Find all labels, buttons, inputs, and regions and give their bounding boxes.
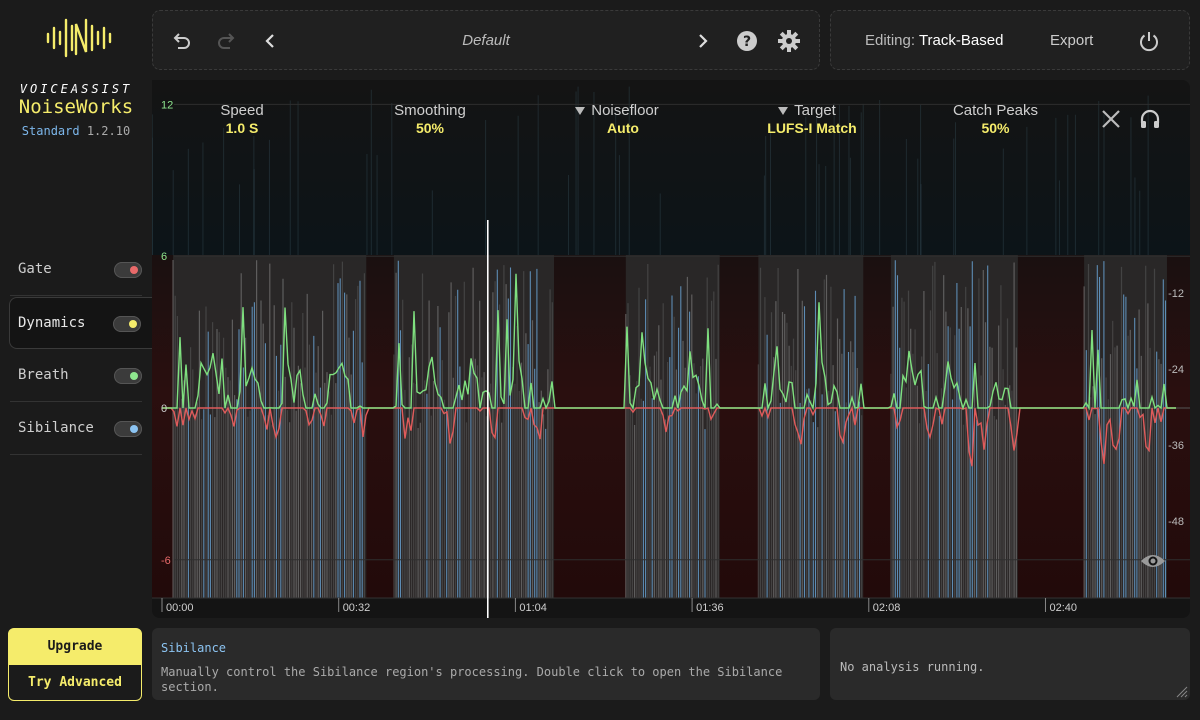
info-title: Sibilance [161,641,227,655]
module-label: Sibilance [18,420,94,436]
right-axis-tick: -12 [1168,288,1184,300]
left-axis-tick: -6 [161,555,171,567]
info-description: Manually control the Sibilance region's … [161,665,783,694]
editing-mode[interactable]: Editing: Track-Based [865,32,1003,49]
param-value: LUFS-I Match [767,120,857,136]
toggle-dot-icon [130,425,138,433]
upgrade-label: Upgrade [47,639,103,654]
analysis-status-panel: No analysis running. [830,628,1190,700]
editing-value: Track-Based [918,32,1004,49]
left-axis-tick: 6 [161,251,167,263]
module-gate[interactable]: Gate [10,244,142,296]
right-axis-tick: -24 [1168,364,1184,376]
param-label: Speed [220,102,264,119]
param-target[interactable]: Target LUFS-I Match [742,102,872,136]
dynamics-graph[interactable]: 1260-6-12 -12-24-36-48 00:0000:3201:0401… [152,80,1190,618]
export-button[interactable]: Export [1050,32,1093,49]
module-dynamics[interactable]: Dynamics [9,297,152,349]
param-label: Target [794,102,836,119]
time-tick-label: 01:36 [696,602,724,614]
headphones-icon[interactable] [1139,109,1161,134]
brand-company: VOICEASSIST [19,82,133,96]
analysis-status: No analysis running. [840,660,985,674]
param-label: Smoothing [394,102,466,119]
module-sibilance[interactable]: Sibilance [10,403,142,455]
speech-region [625,255,720,598]
param-value: 50% [981,120,1010,136]
right-axis-tick: -36 [1168,440,1184,452]
param-label: Noisefloor [591,102,659,119]
info-panel: Sibilance Manually control the Sibilance… [152,628,820,700]
module-label: Gate [18,261,52,277]
close-icon[interactable] [1101,109,1121,134]
try-advanced-label: Try Advanced [9,665,141,700]
time-tick-label: 00:32 [343,602,371,614]
param-value: Auto [607,120,639,136]
right-axis-tick: -48 [1168,516,1184,528]
gear-icon[interactable] [777,29,801,53]
toggle-dot-icon [130,266,138,274]
param-value: 1.0 S [225,120,259,136]
dynamics-graph-panel: 1260-6-12 -12-24-36-48 00:0000:3201:0401… [152,80,1190,618]
module-label: Breath [18,367,69,383]
param-value: 50% [415,120,445,136]
time-tick-label: 02:40 [1049,602,1077,614]
module-label: Dynamics [18,315,86,331]
dynamics-toggle[interactable] [113,316,141,332]
param-noisefloor[interactable]: Noisefloor Auto [557,102,677,136]
editing-toolbar: Editing: Track-Based Export [830,10,1190,70]
resize-grip-icon[interactable] [1174,684,1188,698]
dropdown-icon [778,107,789,116]
left-axis-tick: 0 [161,403,167,415]
power-icon[interactable] [1137,29,1161,53]
eye-icon[interactable] [1140,552,1166,575]
time-tick-label: 00:00 [166,602,194,614]
preset-toolbar: Default ? [152,10,820,70]
svg-text:?: ? [743,34,751,50]
help-icon[interactable]: ? [735,29,759,53]
brand-product: NoiseWorks [18,96,134,118]
upgrade-button[interactable]: Upgrade Try Advanced [8,628,142,701]
param-catch-peaks[interactable]: Catch Peaks 50% [938,102,1053,136]
gate-toggle[interactable] [114,262,142,278]
param-label: Catch Peaks [952,102,1039,119]
preset-name[interactable]: Default [153,32,819,49]
time-tick-label: 01:04 [519,602,547,614]
breath-toggle[interactable] [114,368,142,384]
toggle-dot-icon [130,372,138,380]
chevron-right-icon[interactable] [691,29,715,53]
sibilance-toggle[interactable] [114,421,142,437]
edition-label: Standard [21,124,80,138]
noiseworks-logo-icon [46,18,112,58]
module-breath[interactable]: Breath [10,350,142,402]
editing-label: Editing: [865,32,916,49]
toggle-dot-icon [129,320,137,328]
dropdown-icon [575,107,586,116]
edition-version: Standard 1.2.10 [0,124,152,138]
param-speed[interactable]: Speed 1.0 S [197,102,287,136]
left-axis-tick: 12 [161,99,173,111]
param-smoothing[interactable]: Smoothing 50% [380,102,480,136]
version-label: 1.2.10 [86,124,131,138]
time-tick-label: 02:08 [873,602,901,614]
